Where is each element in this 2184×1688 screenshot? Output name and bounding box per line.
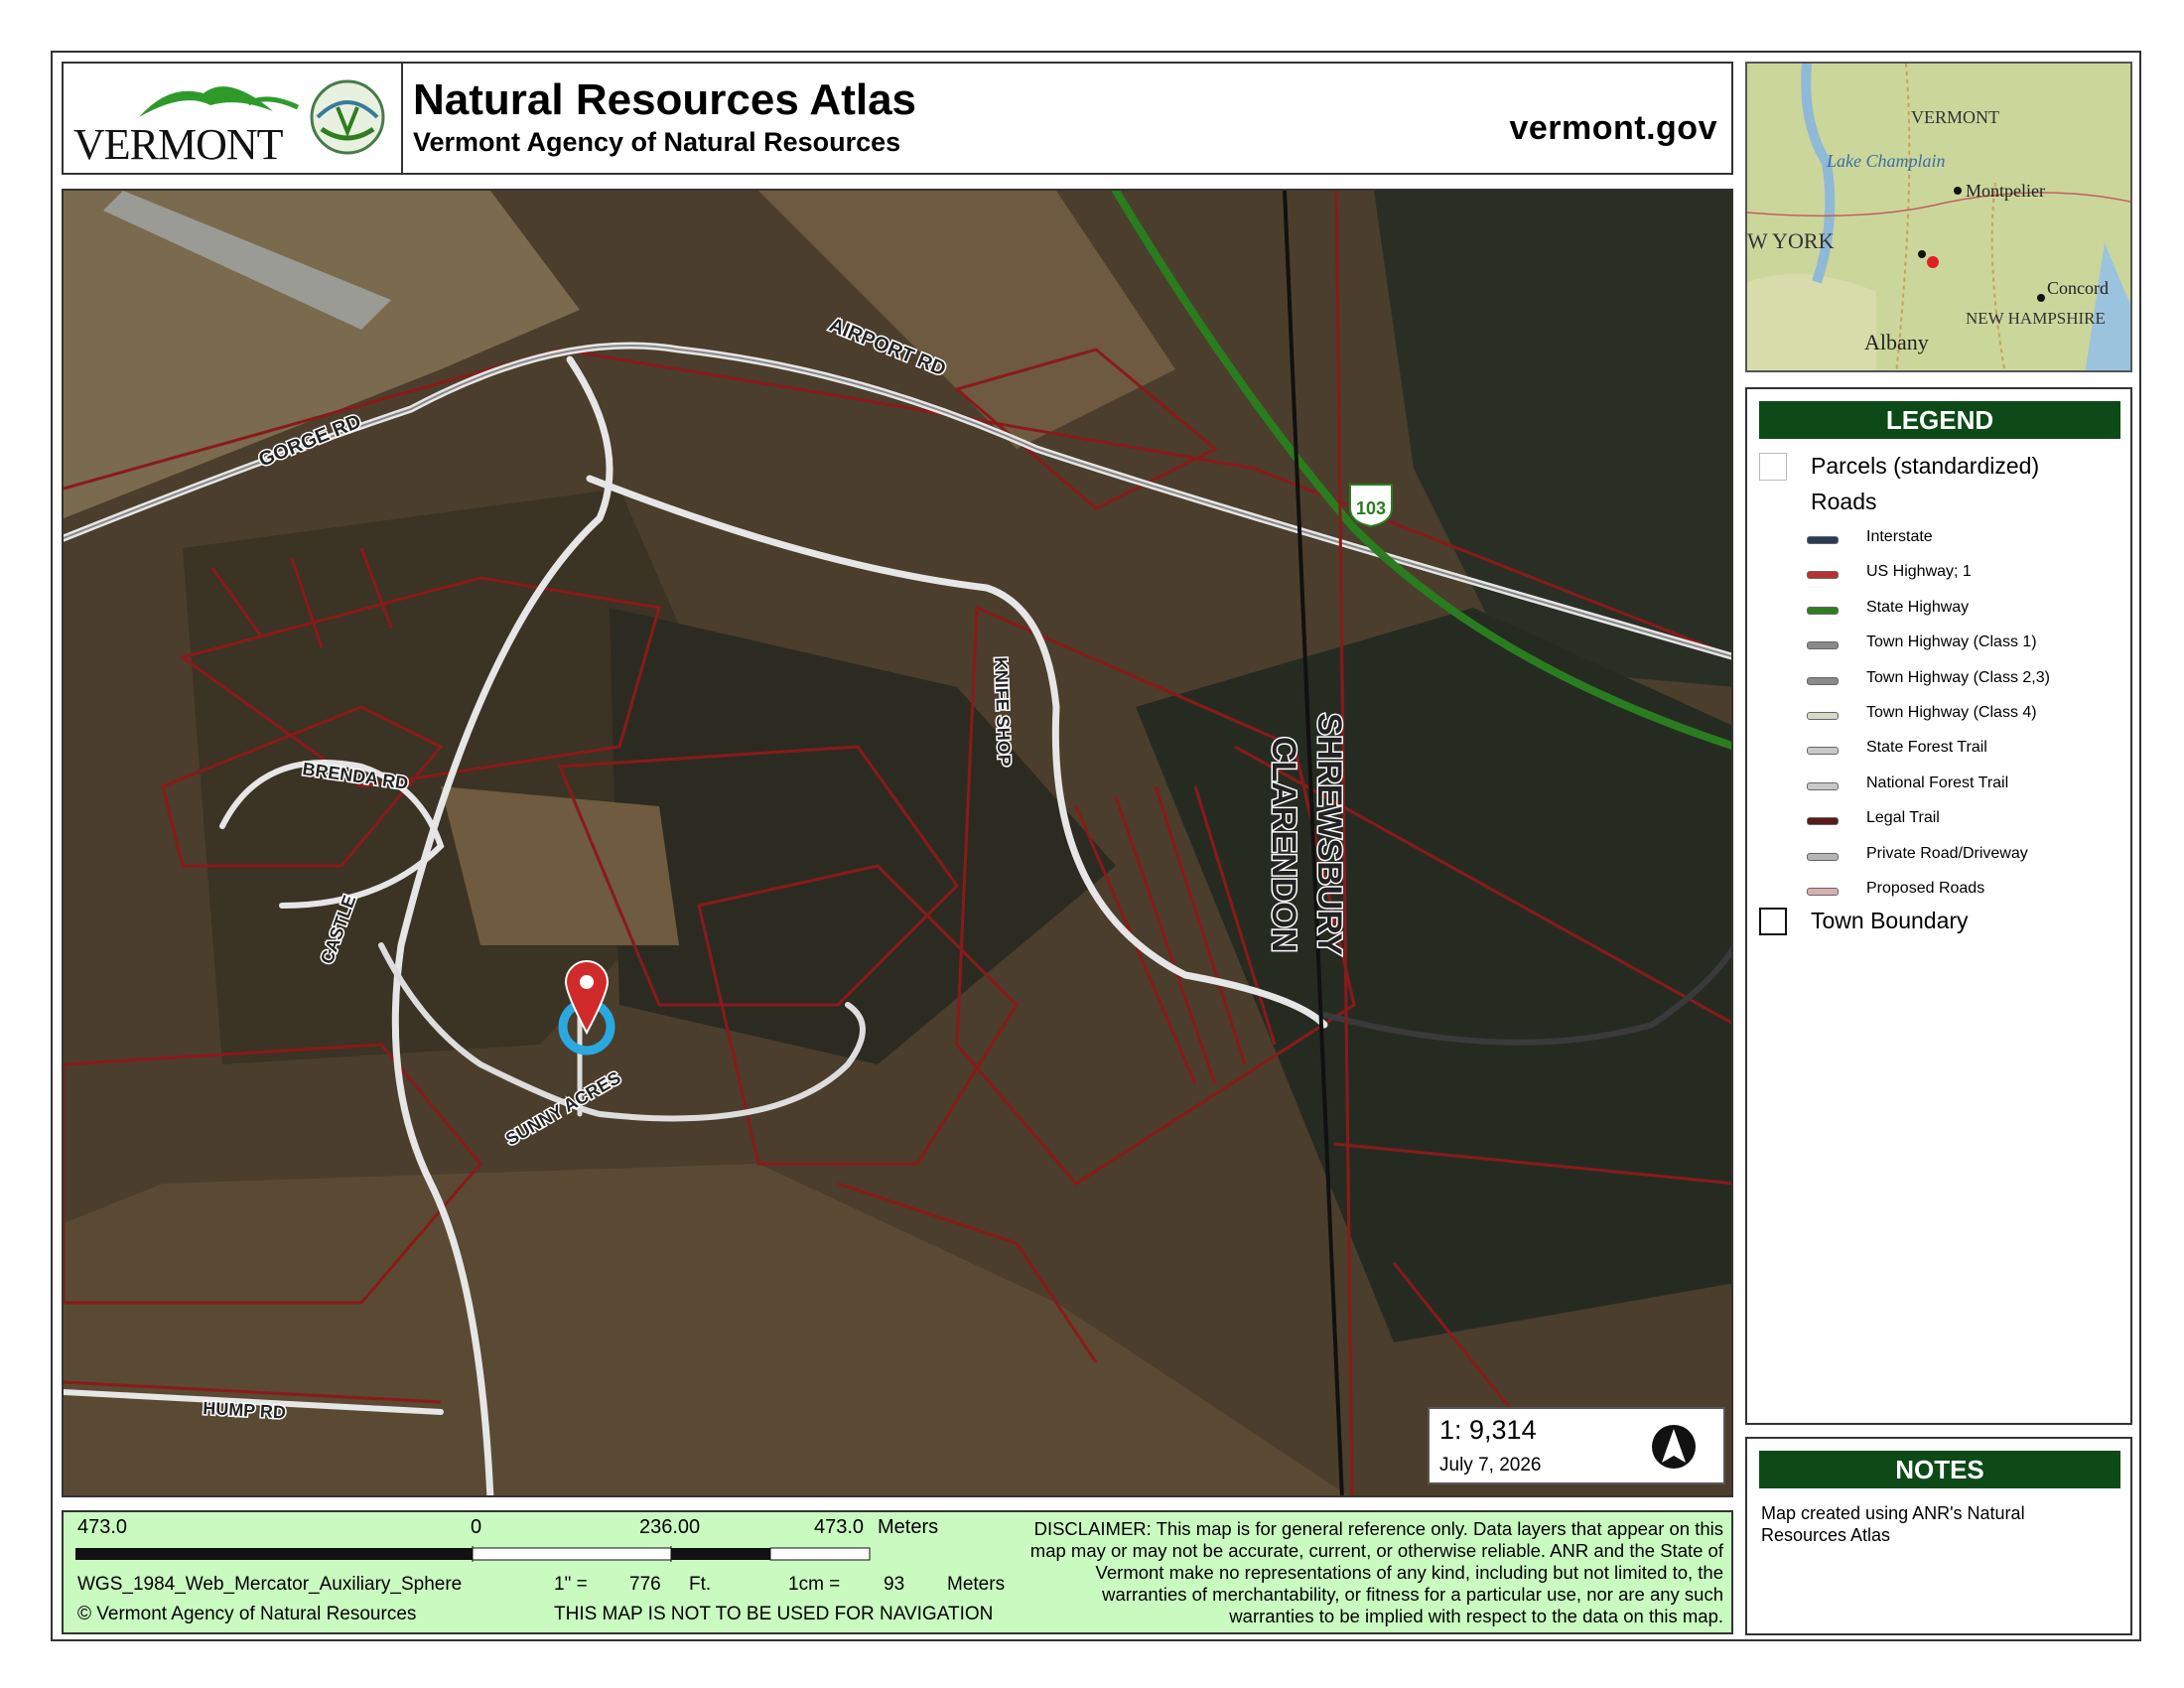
scale-right-label: 473.0 [814,1516,865,1538]
cm-value: 93 [884,1574,905,1595]
legend-road-label: Town Highway (Class 4) [1866,704,2037,721]
road-swatch [1807,536,1839,544]
legend-road-label: Interstate [1866,528,1933,545]
town-label: SHREWSBURY [1310,713,1348,956]
map-scale-box: 1: 9,314 July 7, 2026 [1428,1407,1725,1484]
map-footer: 473.0 0 236.00 473.0 Meters WGS_1984_Web… [62,1510,1733,1634]
road-swatch [1807,641,1839,650]
main-map[interactable]: AIRPORT RD GORGE RD BRENDA RD CASTLE SUN… [62,189,1733,1497]
legend-road-label: US Highway; 1 [1866,563,1972,581]
cm-units: Meters [947,1574,1006,1595]
page-title: Natural Resources Atlas [413,75,917,124]
legend-panel: LEGEND Parcels (standardized) Roads Inte… [1745,387,2132,1425]
road-label: KNIFE SHOP [991,656,1015,767]
road-swatch [1807,747,1839,756]
legend-road-label: National Forest Trail [1866,774,2009,791]
vermont-logo-text: VERMONT [73,120,284,169]
legend-roads-heading: Roads [1811,489,1877,514]
scale-bar-graphic [75,1546,871,1562]
road-swatch [1807,712,1839,720]
scale-units-label: Meters [878,1516,939,1538]
legend-town-boundary: Town Boundary [1811,908,1969,933]
legend-road-label: Town Highway (Class 1) [1866,633,2037,651]
inset-label: Albany [1864,330,1929,354]
notes-text: Map created using ANR's Natural Resource… [1761,1503,2025,1545]
road-swatch [1807,676,1839,685]
road-swatch [1807,888,1839,896]
logo-area: VERMONT [64,64,403,173]
road-swatch [1807,571,1839,580]
route-103-shield-icon: 103 [1349,484,1393,528]
site-link[interactable]: vermont.gov [1509,109,1717,148]
aerial-map-graphic: AIRPORT RD GORGE RD BRENDA RD CASTLE SUN… [64,191,1731,1495]
inch-label: 1" = [554,1574,588,1595]
copyright-label: © Vermont Agency of Natural Resources [77,1604,417,1624]
projection-label: WGS_1984_Web_Mercator_Auxiliary_Sphere [77,1574,463,1595]
inset-label: W YORK [1747,228,1835,253]
legend-road-label: Town Highway (Class 2,3) [1866,668,2050,686]
map-header: VERMONT Natural Resources Atlas Vermont … [62,62,1733,175]
road-swatch [1807,781,1839,790]
town-label: CLARENDON [1265,737,1302,952]
cm-label: 1cm = [788,1574,841,1595]
disclaimer-text: DISCLAIMER: This map is for general refe… [1029,1518,1723,1626]
scale-left-label: 473.0 [77,1516,128,1538]
inset-label: Concord [2047,278,2109,298]
inset-label: Montpelier [1966,181,2045,201]
legend-heading: LEGEND [1759,401,2120,439]
inset-label: NEW HAMPSHIRE [1966,309,2106,328]
parcel-swatch [1759,453,1787,481]
map-date: July 7, 2026 [1439,1455,1542,1476]
route-shield-number: 103 [1356,498,1386,518]
legend-road-label: Legal Trail [1866,809,1940,827]
north-arrow-icon [1652,1425,1696,1469]
legend-parcels: Parcels (standardized) [1811,453,2040,479]
legend-road-label: State Highway [1866,598,1970,616]
vermont-mountain-logo-icon [139,86,300,117]
navigation-warning: THIS MAP IS NOT TO BE USED FOR NAVIGATIO… [554,1604,994,1624]
road-swatch [1807,852,1839,861]
inset-label: VERMONT [1911,107,1999,127]
legend-road-label: State Forest Trail [1866,739,1987,757]
inch-units: Ft. [689,1574,712,1595]
road-swatch [1807,606,1839,615]
notes-panel: NOTES Map created using ANR's Natural Re… [1745,1437,2132,1635]
scale-mid-label: 236.00 [639,1516,701,1538]
notes-heading: NOTES [1759,1451,2120,1488]
road-swatch [1807,817,1839,826]
inset-map-graphic: VERMONT Lake Champlain Montpelier W YORK… [1747,64,2130,370]
town-boundary-swatch [1759,908,1787,935]
scale-ratio: 1: 9,314 [1439,1415,1537,1445]
legend-road-label: Private Road/Driveway [1866,844,2028,862]
locator-inset-map: VERMONT Lake Champlain Montpelier W YORK… [1745,62,2132,372]
page-subtitle: Vermont Agency of Natural Resources [413,127,901,157]
inset-label: Lake Champlain [1826,151,1946,171]
scale-zero-label: 0 [471,1516,482,1538]
legend-road-label: Proposed Roads [1866,880,1985,897]
inch-value: 776 [629,1574,661,1595]
anr-seal-icon [310,79,385,155]
